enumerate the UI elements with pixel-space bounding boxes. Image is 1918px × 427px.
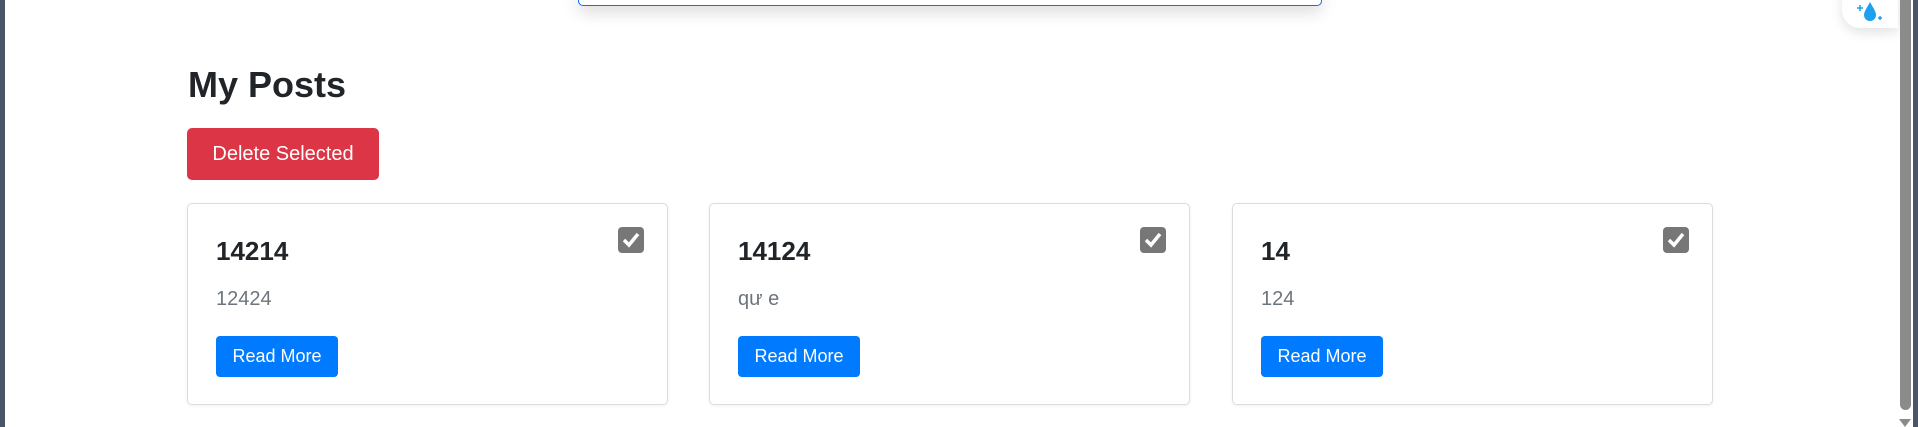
window-border-right [1913, 0, 1918, 427]
page-title: My Posts [188, 64, 347, 105]
scroll-down-arrow[interactable] [1899, 419, 1911, 427]
checkmark-icon [1667, 232, 1685, 248]
post-body: 12424 [216, 288, 272, 310]
read-more-button[interactable]: Read More [738, 336, 860, 377]
post-title: 14214 [216, 236, 289, 266]
window-border-left [0, 0, 5, 427]
delete-selected-button[interactable]: Delete Selected [187, 128, 379, 180]
post-card: 14 124 Read More [1232, 203, 1713, 405]
checkmark-icon [622, 232, 640, 248]
post-card: 14214 12424 Read More [187, 203, 668, 405]
checkmark-icon [1144, 232, 1162, 248]
select-checkbox[interactable] [1140, 227, 1166, 253]
post-title: 14124 [738, 236, 811, 266]
read-more-button[interactable]: Read More [1261, 336, 1383, 377]
extension-widget[interactable] [1842, 0, 1898, 28]
search-input[interactable] [578, 0, 1322, 6]
post-body: qư e [738, 288, 780, 310]
post-title: 14 [1261, 236, 1290, 266]
scrollbar-thumb[interactable] [1900, 0, 1911, 410]
water-drop-icon [1857, 2, 1882, 21]
post-body: 124 [1261, 288, 1295, 310]
read-more-button[interactable]: Read More [216, 336, 338, 377]
select-checkbox[interactable] [618, 227, 644, 253]
select-checkbox[interactable] [1663, 227, 1689, 253]
post-card: 14124 qư e Read More [709, 203, 1190, 405]
